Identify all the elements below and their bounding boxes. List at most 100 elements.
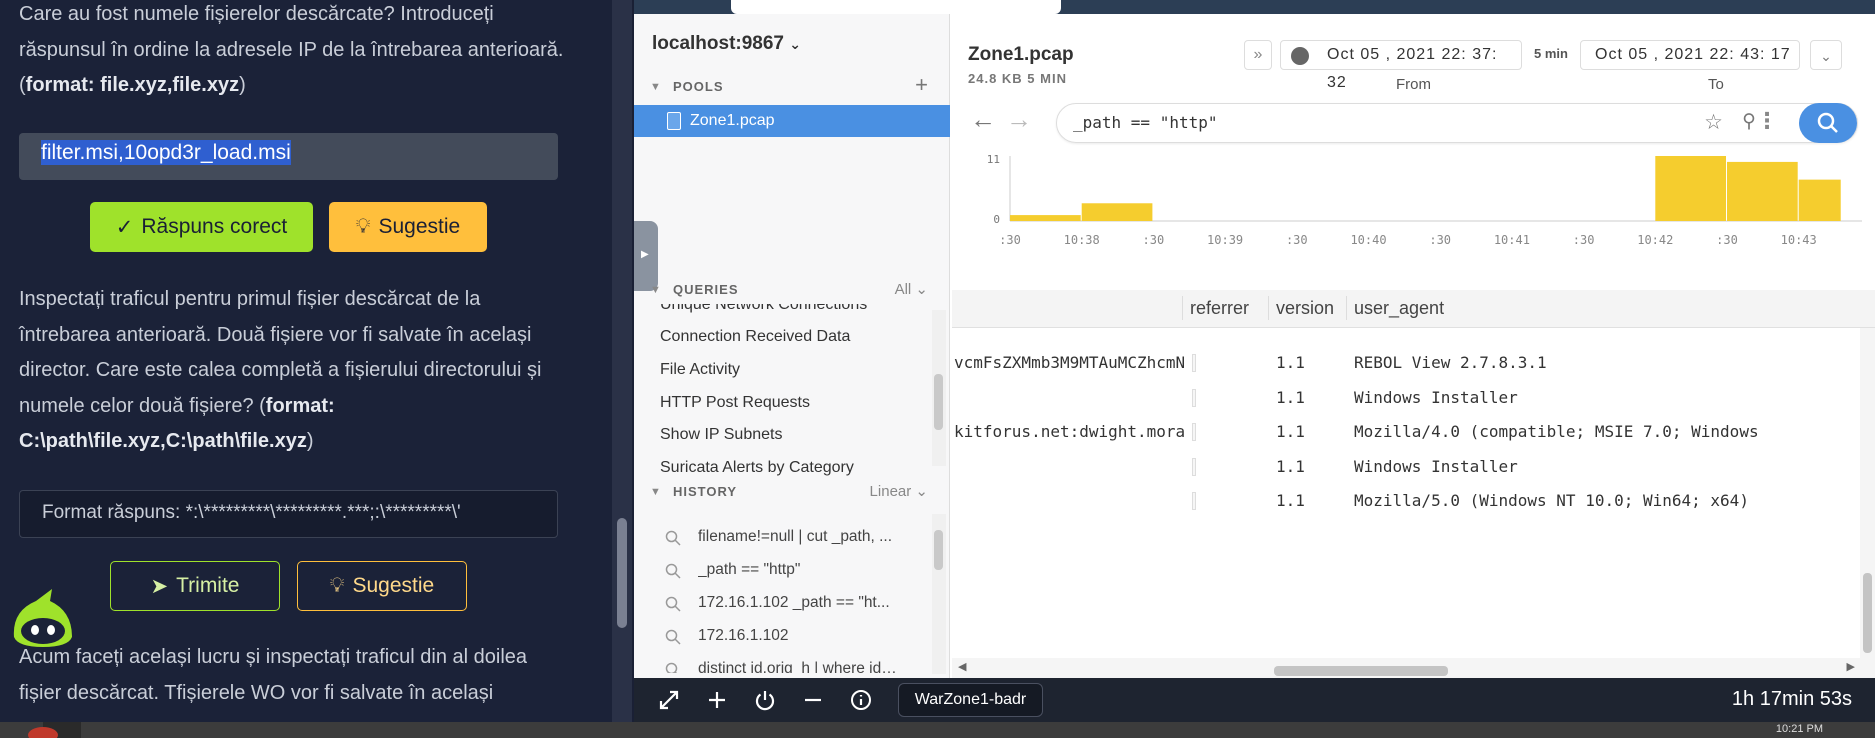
correct-answer-button[interactable]: ✓ Răspuns corect	[90, 202, 313, 252]
table-vertical-scrollbar[interactable]	[1860, 328, 1875, 658]
back-arrow-icon[interactable]: ←	[970, 104, 996, 135]
cell-marker	[1192, 354, 1196, 372]
cell-marker	[1192, 423, 1196, 441]
history-scrollbar[interactable]	[932, 514, 946, 674]
table-row[interactable]: 1.1 Mozilla/5.0 (Windows NT 10.0; Win64; …	[952, 484, 1875, 518]
query-item[interactable]: HTTP Post Requests	[660, 394, 810, 412]
table-row[interactable]: vcmFsZXMmb3M9MTAuMCZhcmNoPX 1.1 REBOL View…	[952, 346, 1875, 380]
main-panel: Zone1.pcap 24.8 KB 5 MIN » Oct 05 , 2021…	[952, 14, 1875, 678]
add-pool-icon[interactable]: +	[915, 73, 928, 97]
table-row[interactable]: 1.1 Windows Installer	[952, 450, 1875, 484]
table-row[interactable]: kitforus.net:dwight.morales 1.1 Mozilla/4.…	[952, 415, 1875, 449]
expand-span-button[interactable]: »	[1244, 40, 1272, 70]
hint-button-1[interactable]: 💡︎ Sugestie	[329, 202, 487, 252]
histogram-bar	[1727, 161, 1798, 221]
active-tab[interactable]	[731, 0, 1061, 14]
left-scrollbar-thumb[interactable]	[617, 518, 627, 628]
x-tick-label: 10:43	[1781, 233, 1817, 247]
x-tick-label: :30	[999, 233, 1021, 247]
to-time-picker[interactable]: Oct 05 , 2021 22: 43: 17	[1580, 40, 1800, 70]
brim-app-window: localhost:9867 ⌄ ▼ POOLS + Zone1.pcap ▶ …	[634, 0, 1875, 678]
caret-icon: ▼	[650, 284, 662, 296]
answer-1-input[interactable]: filter.msi,10opd3r_load.msi	[19, 133, 558, 180]
hint-button-2[interactable]: 💡︎ Sugestie	[297, 561, 467, 611]
queries-filter[interactable]: All ⌄	[895, 278, 928, 302]
search-icon	[665, 563, 681, 579]
info-icon[interactable]	[850, 689, 872, 711]
forward-arrow-icon[interactable]: →	[1006, 104, 1032, 135]
lightbulb-icon: 💡︎	[329, 574, 345, 597]
question-3-text: Acum faceți același lucru și inspectați …	[19, 646, 528, 704]
table-horizontal-scrollbar[interactable]: ◀ ▶	[952, 658, 1875, 678]
histogram-bar	[1010, 215, 1081, 221]
history-item[interactable]: _path == "http"	[698, 561, 898, 579]
fullscreen-icon[interactable]	[658, 689, 680, 711]
more-icon[interactable]: ⋮	[1756, 108, 1778, 134]
history-mode-select[interactable]: Linear ⌄	[870, 480, 928, 504]
cell-user-agent: Mozilla/5.0 (Windows NT 10.0; Win64; x64…	[1354, 491, 1749, 510]
pool-item[interactable]: Zone1.pcap	[634, 105, 950, 137]
query-item[interactable]: Connection Received Data	[660, 328, 850, 346]
query-item[interactable]: Unique Network Connections	[660, 304, 867, 314]
chevron-down-icon[interactable]: ⌄	[1810, 40, 1842, 70]
history-item[interactable]: 172.16.1.102 _path == "ht...	[698, 594, 898, 612]
host-selector[interactable]: localhost:9867 ⌄	[652, 33, 801, 55]
question-2-text: Inspectați traficul pentru primul fișier…	[19, 288, 542, 452]
query-item[interactable]: Suricata Alerts by Category	[660, 459, 854, 477]
x-tick-label: :30	[1143, 233, 1165, 247]
cell-marker	[1192, 457, 1196, 476]
pools-section-header[interactable]: ▼ POOLS +	[634, 73, 950, 99]
tab-strip	[634, 0, 1875, 14]
column-user-agent[interactable]: user_agent	[1354, 298, 1444, 319]
cell-marker	[1192, 388, 1196, 407]
submit-button[interactable]: ➤ Trimite	[110, 561, 280, 611]
history-item[interactable]: filename!=null | cut _path, ...	[698, 528, 898, 546]
history-item[interactable]: 172.16.1.102	[698, 627, 898, 645]
query-item[interactable]: File Activity	[660, 361, 740, 379]
cell-user-agent: Windows Installer	[1354, 456, 1518, 476]
clock-icon	[1291, 47, 1309, 65]
cell-version: 1.1	[1276, 456, 1305, 476]
column-version[interactable]: version	[1276, 298, 1334, 319]
queries-scrollbar[interactable]	[932, 310, 946, 466]
play-icon: ▶	[641, 249, 649, 260]
cell-version: 1.1	[1276, 491, 1305, 510]
query-item[interactable]: Show IP Subnets	[660, 426, 782, 444]
taskbar-clock: 10:21 PM	[1775, 723, 1823, 735]
history-item[interactable]: distinct id.orig_h | where id....	[698, 660, 898, 673]
from-time-picker[interactable]: Oct 05 , 2021 22: 37: 32	[1280, 40, 1522, 91]
minus-icon[interactable]	[802, 689, 824, 711]
x-tick-label: :30	[1573, 233, 1595, 247]
x-tick-label: 10:39	[1207, 233, 1243, 247]
star-icon[interactable]: ☆	[1704, 110, 1723, 135]
machine-name-badge[interactable]: WarZone1-badr	[898, 683, 1043, 717]
to-label: To	[1708, 76, 1724, 93]
history-list: filename!=null | cut _path, ... _path ==…	[634, 508, 932, 673]
history-section-header[interactable]: ▼ HISTORY Linear ⌄	[634, 480, 950, 504]
cell-version: 1.1	[1276, 422, 1305, 441]
pin-icon[interactable]: ⚲	[1742, 110, 1756, 133]
power-icon[interactable]	[754, 689, 776, 711]
cell-version: 1.1	[1276, 387, 1305, 407]
table-header: referrer version user_agent	[952, 290, 1875, 328]
search-bar[interactable]: _path == "http" ☆ ⚲ ⋮	[1056, 103, 1858, 143]
queries-section-header[interactable]: ▼ QUERIES All ⌄	[634, 278, 950, 302]
y-tick-label: 0	[993, 213, 1000, 226]
taskbar-app-icon[interactable]	[28, 727, 58, 738]
x-tick-label: :30	[1429, 233, 1451, 247]
search-input[interactable]: _path == "http"	[1073, 113, 1218, 132]
search-icon	[665, 662, 678, 673]
add-icon[interactable]	[706, 689, 728, 711]
table-row[interactable]: 1.1 Windows Installer	[952, 381, 1875, 415]
search-button[interactable]	[1799, 103, 1857, 143]
lightbulb-icon: 💡︎	[355, 215, 371, 238]
caret-icon: ▼	[650, 81, 662, 93]
answer-2-input[interactable]: Format răspuns: *:\*********\*********.*…	[19, 490, 558, 538]
histogram-chart[interactable]: 11 0:30 10:38:30 10:39:30 10:40:30 10:41:30 10…	[952, 154, 1875, 294]
machine-control-bar: WarZone1-badr 1h 17min 53s	[634, 678, 1875, 722]
x-tick-label: 10:41	[1494, 233, 1530, 247]
column-referrer[interactable]: referrer	[1190, 298, 1249, 319]
duration-label: 5 min	[1534, 46, 1568, 61]
histogram-bar	[1655, 156, 1726, 221]
file-icon	[667, 112, 681, 130]
